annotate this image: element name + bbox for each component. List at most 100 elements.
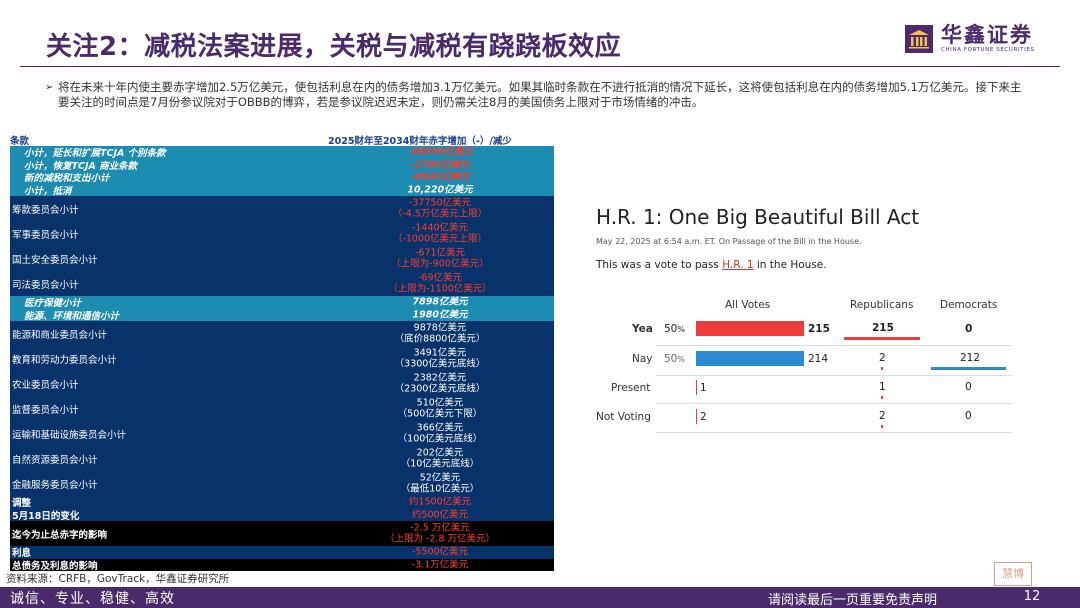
row-value: 约500亿美元 [350,509,530,521]
source-note: 资料来源：CRFB，GovTrack，华鑫证券研究所 [6,573,230,585]
row-value-note: （上限为-900亿美元） [391,258,489,270]
row-value-note: （500亿美元下限） [397,408,483,420]
row-value: -37750亿美元 （-4.5万亿美元上限） [350,197,530,220]
row-value-note: （-1000亿美元上限） [392,233,488,245]
row-value: 510亿美元 （500亿美元下限） [350,397,530,420]
vote-results-table: All Votes Republicans Democrats Yea 50% … [596,295,1016,435]
row-label: 总债务及利息的影响 [12,560,98,572]
not-voting-all: 2 [700,411,707,423]
building-logo-icon [905,24,933,53]
nay-rep-bar [881,367,883,370]
row-value-main: 52亿美元 [419,472,461,483]
row-value-main: -3.1万亿美元 [411,559,469,570]
row-label: 能源和商业委员会小计 [12,329,108,341]
row-value-main: 约500亿美元 [411,509,469,520]
row-value: -2780亿美元 [350,159,530,171]
nay-bar [696,351,804,366]
yea-rep: 215 [872,322,894,334]
row-value: 202亿美元 （10亿美元底线） [350,447,530,470]
row-value-main: -69亿美元 [417,272,463,283]
not-voting-rep-bar [881,425,883,428]
present-rep: 1 [879,381,886,393]
present-all: 1 [700,382,707,394]
row-value-main: -671亿美元 [414,247,466,258]
table-row: 5月18日的变化 约500亿美元 [10,508,554,522]
col-democrats: Democrats [940,299,998,311]
row-value-main: 10,220亿美元 [407,184,473,195]
bullet-text: 将在未来十年内使主要赤字增加2.5万亿美元，使包括利息在内的债务增加3.1万亿美… [58,80,1022,109]
row-value: 7898亿美元 [350,297,530,309]
not-voting-rep: 2 [879,410,886,422]
row-label-not-voting: Not Voting [596,411,651,423]
table-row: 能源和商业委员会小计 9878亿美元 （底价8800亿美元） [10,321,554,346]
vote-panel: H.R. 1: One Big Beautiful Bill Act May 2… [596,205,1016,271]
row-label: 小计，抵消 [24,185,72,197]
row-label-yea: Yea [632,323,653,335]
footer-slogan: 诚信、专业、稳健、高效 [10,591,175,607]
yea-pct: 50% [664,323,685,335]
vote-date: May 22, 2025 at 6:54 a.m. ET. On Passage… [596,237,862,246]
row-value-note: （最低10亿美元） [400,483,480,495]
arrow-bullet-icon: ➢ [45,82,54,93]
row-label: 自然资源委员会小计 [12,454,98,466]
row-label-present: Present [611,382,651,394]
bill-link[interactable]: H.R. 1 [722,259,753,271]
logo-english-name: CHINA FORTUNE SECURITIES [941,47,1035,53]
row-value-main: 202亿美元 [416,447,464,458]
row-value: 10,220亿美元 [350,184,530,196]
nay-all: 214 [808,353,829,365]
footer-disclaimer[interactable]: 请阅读最后一页重要免责声明 [768,589,937,608]
title-divider [20,66,1060,67]
row-value-main: 9878亿美元 [413,322,467,333]
row-label: 教育和劳动力委员会小计 [12,354,117,366]
vote-desc-suffix: in the House. [753,259,827,271]
row-value: -3.1万亿美元 [350,559,530,571]
table-row: 迄今为止总赤字的影响 -2.5 万亿美元 （上限为 -2.8 万亿美元） [10,521,554,546]
table-row: 总债务及利息的影响 -3.1万亿美元 [10,558,554,572]
yea-rep-bar [844,337,920,340]
row-value-note: （100亿美元底线） [397,433,483,445]
row-value-main: -37750亿美元 [408,197,472,208]
row-value-main: 366亿美元 [416,422,464,433]
row-value-note: （底价8800亿美元） [394,333,486,345]
present-rep-bar [881,396,883,399]
vote-description: This was a vote to pass H.R. 1 in the Ho… [596,259,1016,271]
row-label: 司法委员会小计 [12,279,79,291]
row-label: 能源、环境和通信小计 [24,310,120,322]
row-value-main: 2382亿美元 [413,372,467,383]
yea-dem: 0 [965,323,973,335]
nay-dem-bar [931,367,1006,370]
row-value: -5500亿美元 [350,547,530,559]
row-value: -1440亿美元 （-1000亿美元上限） [350,222,530,245]
yea-bar [696,321,804,336]
table-row: 自然资源委员会小计 202亿美元 （10亿美元底线） [10,446,554,471]
table-row: 新的减税和支出小计 -6640亿美元 [10,171,554,184]
row-value: 约1500亿美元 [350,497,530,509]
table-row: 金融服务委员会小计 52亿美元 （最低10亿美元） [10,471,554,496]
not-voting-dem: 0 [965,410,972,422]
row-value-main: 510亿美元 [416,397,464,408]
table-row: 利息 -5500亿美元 [10,546,554,559]
row-value: -38550亿美元 [350,147,530,159]
nay-pct: 50% [664,353,685,365]
table-row: 军事委员会小计 -1440亿美元 （-1000亿美元上限） [10,221,554,246]
brand-logo: 华鑫证券 CHINA FORTUNE SECURITIES [905,24,1034,53]
row-value-note: （上限为-1100亿美元） [388,283,492,295]
col-all-votes: All Votes [725,299,771,311]
table-row: 小计，抵消 10,220亿美元 [10,183,554,197]
row-value: 9878亿美元 （底价8800亿美元） [350,322,530,345]
vote-desc-prefix: This was a vote to pass [596,259,723,271]
row-value-main: -2780亿美元 [410,159,470,170]
row-value-main: -38550亿美元 [407,146,473,158]
present-dem: 0 [965,381,972,393]
row-value: -671亿美元 （上限为-900亿美元） [350,247,530,270]
present-bar [696,380,697,395]
table-row: 小计，恢复TCJA 商业条款 -2780亿美元 [10,158,554,172]
row-value-main: -2.5 万亿美元 [410,522,470,533]
table-row: 国土安全委员会小计 -671亿美元 （上限为-900亿美元） [10,246,554,271]
table-row: 监督委员会小计 510亿美元 （500亿美元下限） [10,396,554,421]
row-value-note: （-4.5万亿美元上限） [392,208,488,220]
logo-chinese-name: 华鑫证券 [941,23,1033,47]
row-label: 迄今为止总赤字的影响 [12,529,108,541]
row-label: 农业委员会小计 [12,379,79,391]
